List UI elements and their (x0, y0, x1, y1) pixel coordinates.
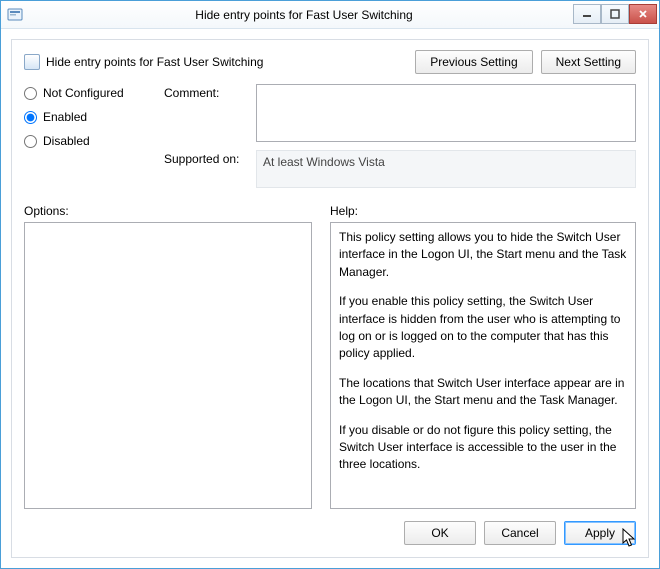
help-paragraph: If you enable this policy setting, the S… (339, 293, 627, 363)
comment-input[interactable] (256, 84, 636, 142)
config-row: Not Configured Enabled Disabled Comment: (24, 84, 636, 188)
supported-text: At least Windows Vista (263, 155, 385, 169)
policy-editor-window: Hide entry points for Fast User Switchin… (0, 0, 660, 569)
cancel-button[interactable]: Cancel (484, 521, 556, 545)
policy-header-row: Hide entry points for Fast User Switchin… (24, 50, 636, 74)
options-label: Options: (24, 204, 312, 218)
radio-enabled[interactable]: Enabled (24, 110, 152, 124)
help-pane[interactable]: This policy setting allows you to hide t… (330, 222, 636, 509)
minimize-button[interactable] (573, 4, 601, 24)
panes: This policy setting allows you to hide t… (24, 222, 636, 509)
window-title: Hide entry points for Fast User Switchin… (29, 8, 659, 22)
help-paragraph: If you disable or do not figure this pol… (339, 422, 627, 474)
next-setting-button[interactable]: Next Setting (541, 50, 636, 74)
help-label: Help: (330, 204, 358, 218)
comment-row: Comment: (164, 84, 636, 142)
client-area: Hide entry points for Fast User Switchin… (1, 29, 659, 568)
previous-setting-button[interactable]: Previous Setting (415, 50, 532, 74)
radio-not-configured[interactable]: Not Configured (24, 86, 152, 100)
state-radios: Not Configured Enabled Disabled (24, 84, 152, 188)
window-controls (573, 4, 657, 24)
apply-button[interactable]: Apply (564, 521, 636, 545)
fields-column: Comment: Supported on: At least Windows … (164, 84, 636, 188)
supported-value: At least Windows Vista (256, 150, 636, 188)
radio-enabled-input[interactable] (24, 111, 37, 124)
close-button[interactable] (629, 4, 657, 24)
ok-button[interactable]: OK (404, 521, 476, 545)
options-pane[interactable] (24, 222, 312, 509)
policy-name: Hide entry points for Fast User Switchin… (46, 55, 263, 69)
app-icon (7, 7, 23, 23)
help-paragraph: This policy setting allows you to hide t… (339, 229, 627, 281)
footer-buttons: OK Cancel Apply (24, 521, 636, 545)
help-paragraph: The locations that Switch User interface… (339, 375, 627, 410)
radio-disabled-input[interactable] (24, 135, 37, 148)
radio-disabled[interactable]: Disabled (24, 134, 152, 148)
policy-icon (24, 54, 40, 70)
supported-label: Supported on: (164, 150, 246, 166)
comment-label: Comment: (164, 84, 246, 100)
titlebar[interactable]: Hide entry points for Fast User Switchin… (1, 1, 659, 29)
maximize-button[interactable] (601, 4, 629, 24)
radio-not-configured-input[interactable] (24, 87, 37, 100)
pane-labels: Options: Help: (24, 204, 636, 218)
content-frame: Hide entry points for Fast User Switchin… (11, 39, 649, 558)
radio-disabled-label: Disabled (43, 134, 90, 148)
nav-buttons: Previous Setting Next Setting (415, 50, 636, 74)
supported-row: Supported on: At least Windows Vista (164, 150, 636, 188)
radio-enabled-label: Enabled (43, 110, 87, 124)
radio-not-configured-label: Not Configured (43, 86, 124, 100)
